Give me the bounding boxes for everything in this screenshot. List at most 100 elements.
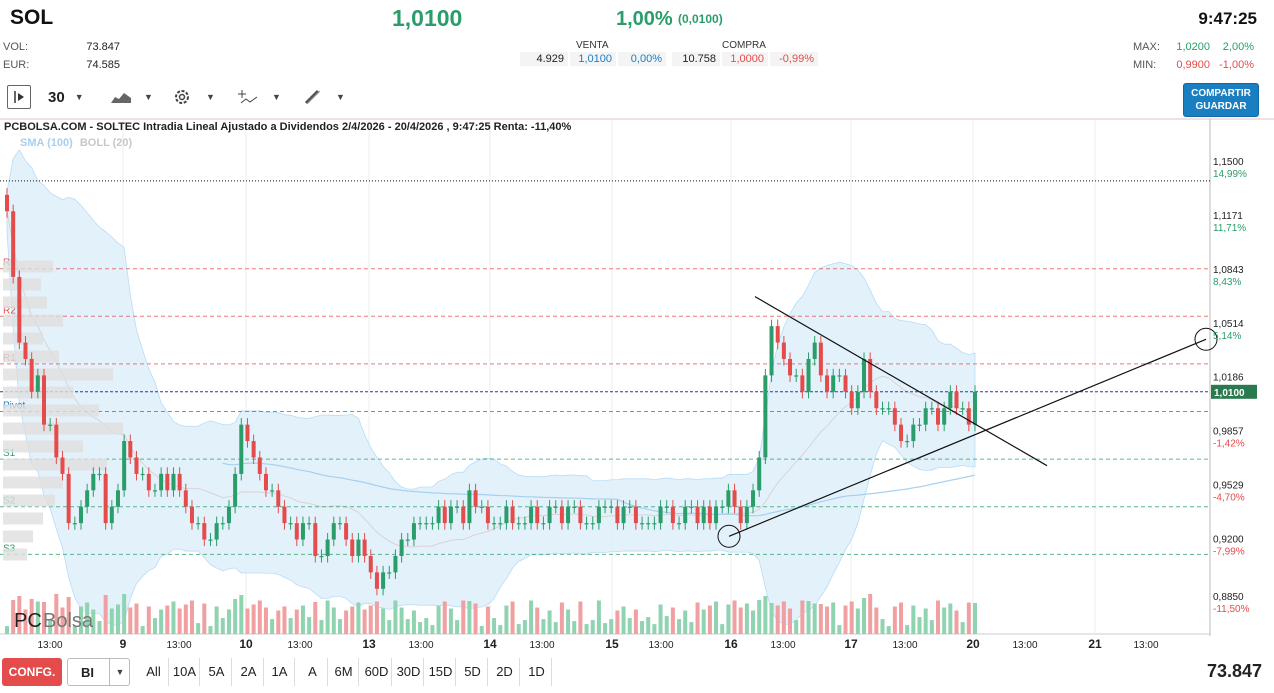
volume-bar xyxy=(393,600,398,634)
percent-tick-label: -7,99% xyxy=(1213,547,1245,558)
chart-type-dropdown[interactable]: ▼ xyxy=(110,85,153,109)
volume-profile-bar xyxy=(3,404,99,417)
candle-body xyxy=(726,490,731,507)
volume-bar xyxy=(960,622,965,634)
volume-label: VOL: xyxy=(3,41,29,53)
volume-bar xyxy=(800,600,805,634)
volume-bar xyxy=(208,626,213,634)
candle-body xyxy=(85,490,90,507)
volume-bar xyxy=(165,605,170,634)
price-chart[interactable]: R3R2R1PivotS1S2S3PCBolsa1,150014,99%1,11… xyxy=(0,118,1274,654)
volume-bar xyxy=(467,601,472,634)
candle-body xyxy=(559,506,564,524)
legend-sma[interactable]: SMA (100) xyxy=(20,137,73,149)
candle-body xyxy=(825,375,830,392)
candle-body xyxy=(399,539,404,556)
candle-body xyxy=(886,408,891,410)
candle-body xyxy=(744,506,749,524)
volume-bar xyxy=(159,609,164,634)
range-button-30d[interactable]: 30D xyxy=(394,658,424,686)
candle-body xyxy=(479,506,484,508)
range-button-10a[interactable]: 10A xyxy=(170,658,200,686)
volume-profile-bar xyxy=(3,458,107,471)
range-button-5d[interactable]: 5D xyxy=(458,658,488,686)
interval-dropdown[interactable]: 30 ▼ xyxy=(48,85,84,109)
volume-bar xyxy=(387,620,392,634)
candle-body xyxy=(769,326,774,376)
range-button-1a[interactable]: 1A xyxy=(265,658,295,686)
legend-boll[interactable]: BOLL (20) xyxy=(80,137,132,149)
time-tick-label: 10 xyxy=(239,637,253,651)
candle-body xyxy=(48,424,53,426)
candle-body xyxy=(393,555,398,573)
candle-body xyxy=(448,506,453,524)
volume-bar xyxy=(837,625,842,634)
candle-body xyxy=(350,539,355,556)
drawing-tools-dropdown[interactable]: ▼ xyxy=(304,85,345,109)
volume-bar xyxy=(307,617,312,634)
time-tick-label: 9 xyxy=(120,637,127,651)
config-button[interactable]: CONFG. xyxy=(2,658,62,686)
candle-body xyxy=(356,539,361,556)
change-absolute: (0,0100) xyxy=(678,12,723,26)
candle-body xyxy=(245,424,250,442)
range-button-6m[interactable]: 6M xyxy=(329,658,359,686)
min-label: MIN: xyxy=(1133,59,1157,71)
volume-bar xyxy=(812,603,817,634)
volume-bar xyxy=(590,620,595,634)
volume-bar xyxy=(5,626,9,634)
candle-body xyxy=(159,473,164,491)
volume-profile-bar xyxy=(3,494,55,507)
chevron-down-icon: ▼ xyxy=(144,92,153,102)
volume-bar xyxy=(541,619,546,634)
volume-bar xyxy=(171,601,176,634)
candle-body xyxy=(529,506,534,524)
candle-body xyxy=(504,506,509,524)
indicators-dropdown[interactable]: ▼ xyxy=(238,85,281,109)
candle-body xyxy=(5,194,9,212)
price-tick-label: 0,8850 xyxy=(1213,592,1244,603)
candle-body xyxy=(214,523,219,540)
volume-bar xyxy=(504,605,509,634)
volume-bar xyxy=(282,606,287,634)
volume-bar xyxy=(966,602,971,634)
panel-toggle-icon xyxy=(14,91,24,103)
eur-label: EUR: xyxy=(3,59,30,71)
range-button-5a[interactable]: 5A xyxy=(202,658,232,686)
candle-body xyxy=(689,506,694,508)
percent-tick-label: 11,71% xyxy=(1213,223,1246,234)
volume-bar xyxy=(905,625,910,634)
candle-body xyxy=(794,375,799,377)
candle-body xyxy=(812,342,817,359)
volume-bar xyxy=(288,618,293,634)
range-button-2a[interactable]: 2A xyxy=(234,658,264,686)
range-button-15d[interactable]: 15D xyxy=(426,658,456,686)
volume-bar xyxy=(664,616,669,634)
range-button-all[interactable]: All xyxy=(139,658,169,686)
candle-body xyxy=(566,506,571,524)
range-button-a[interactable]: A xyxy=(298,658,328,686)
candle-body xyxy=(763,375,768,458)
volume-bar xyxy=(652,624,657,634)
time-tick-label: 13:00 xyxy=(1012,640,1037,651)
volume-bar xyxy=(337,619,342,634)
volume-profile-bar xyxy=(3,278,41,291)
chart-mode-select[interactable]: BI ▼ xyxy=(67,658,130,686)
share-save-button[interactable]: COMPARTIR GUARDAR xyxy=(1183,83,1259,117)
range-button-1d[interactable]: 1D xyxy=(522,658,552,686)
candle-body xyxy=(418,523,423,525)
volume-bar xyxy=(109,608,114,634)
save-label: GUARDAR xyxy=(1195,101,1247,112)
volume-bar xyxy=(251,604,256,634)
time-tick-label: 13:00 xyxy=(892,640,917,651)
candle-body xyxy=(547,506,552,524)
volume-bar xyxy=(362,609,367,634)
settings-dropdown[interactable]: ▼ xyxy=(172,85,215,109)
range-button-2d[interactable]: 2D xyxy=(490,658,520,686)
percent-tick-label: 8,43% xyxy=(1213,277,1241,288)
volume-value: 73.847 xyxy=(86,41,120,53)
range-button-60d[interactable]: 60D xyxy=(362,658,392,686)
volume-bar xyxy=(868,594,873,634)
play-panel-button[interactable] xyxy=(7,85,31,109)
candle-body xyxy=(374,572,379,589)
